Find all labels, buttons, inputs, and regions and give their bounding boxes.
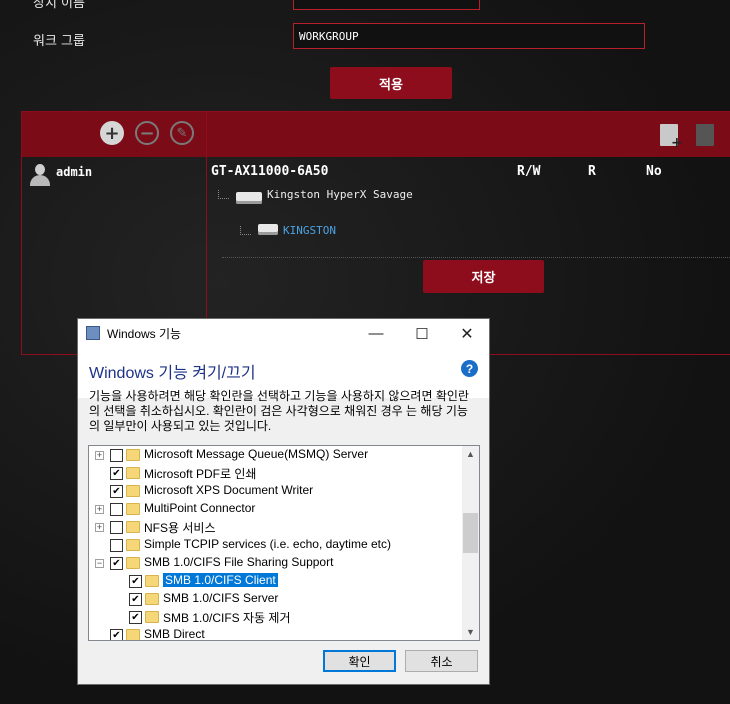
feature-row[interactable]: − SMB 1.0/CIFS File Sharing Support [89, 554, 463, 572]
save-button[interactable]: 저장 [423, 260, 544, 293]
expand-icon[interactable]: + [95, 451, 104, 460]
folder-icon [145, 575, 159, 587]
feature-list-scrollbar[interactable]: ▲ ▼ [462, 446, 479, 640]
feature-row[interactable]: Simple TCPIP services (i.e. echo, daytim… [89, 536, 463, 554]
feature-label[interactable]: SMB 1.0/CIFS Client [163, 573, 278, 587]
remove-user-icon[interactable]: − [135, 121, 159, 145]
scroll-thumb[interactable] [463, 513, 478, 553]
scroll-up-icon[interactable]: ▲ [466, 449, 475, 459]
user-avatar-icon [28, 163, 52, 187]
minimize-icon[interactable]: — [353, 319, 399, 348]
dialog-heading: Windows 기능 켜기/끄기 [89, 365, 256, 382]
feature-checkbox[interactable] [110, 629, 123, 640]
dialog-title: Windows 기능 [107, 327, 182, 341]
folder-icon [126, 485, 140, 497]
feature-checkbox[interactable] [110, 503, 123, 516]
feature-checkbox[interactable] [110, 557, 123, 570]
device-name-field[interactable] [293, 0, 480, 10]
feature-label[interactable]: SMB 1.0/CIFS File Sharing Support [144, 555, 333, 569]
delete-folder-icon[interactable] [696, 124, 714, 146]
folder-icon [126, 539, 140, 551]
feature-checkbox[interactable] [110, 539, 123, 552]
device-name-label: 장치 이름 [33, 0, 85, 11]
feature-checkbox[interactable] [110, 449, 123, 462]
usb-drive-icon [236, 192, 262, 204]
feature-row[interactable]: SMB 1.0/CIFS Client [89, 572, 463, 590]
tree-connector [240, 226, 251, 235]
drive-name: Kingston HyperX Savage [267, 188, 413, 201]
feature-label[interactable]: MultiPoint Connector [144, 501, 255, 515]
folder-icon [126, 521, 140, 533]
workgroup-field[interactable]: WORKGROUP [293, 23, 645, 49]
folder-icon [145, 593, 159, 605]
ok-button[interactable]: 확인 [323, 650, 396, 672]
maximize-icon[interactable]: ☐ [399, 319, 445, 348]
partition-link[interactable]: KINGSTON [283, 224, 336, 237]
tree-connector [218, 190, 229, 199]
feature-label[interactable]: SMB 1.0/CIFS Server [163, 591, 278, 605]
permission-no-header: No [646, 164, 662, 179]
feature-row[interactable]: Microsoft PDF로 인쇄 [89, 464, 463, 482]
feature-label[interactable]: Microsoft Message Queue(MSMQ) Server [144, 447, 368, 461]
feature-row[interactable]: SMB 1.0/CIFS 자동 제거 [89, 608, 463, 626]
feature-row[interactable]: + NFS용 서비스 [89, 518, 463, 536]
add-user-icon[interactable]: + [100, 121, 124, 145]
feature-row[interactable]: SMB 1.0/CIFS Server [89, 590, 463, 608]
feature-checkbox[interactable] [129, 611, 142, 624]
feature-row[interactable]: Microsoft XPS Document Writer [89, 482, 463, 500]
feature-label[interactable]: SMB 1.0/CIFS 자동 제거 [163, 609, 291, 626]
feature-label[interactable]: Simple TCPIP services (i.e. echo, daytim… [144, 537, 391, 551]
feature-row[interactable]: + Microsoft Message Queue(MSMQ) Server [89, 446, 463, 464]
folder-icon [126, 467, 140, 479]
feature-checkbox[interactable] [110, 467, 123, 480]
scroll-down-icon[interactable]: ▼ [466, 627, 475, 637]
apply-button[interactable]: 적용 [330, 67, 452, 99]
feature-row[interactable]: + MultiPoint Connector [89, 500, 463, 518]
device-title: GT-AX11000-6A50 [211, 164, 329, 179]
folder-icon [126, 629, 140, 640]
dialog-description: 기능을 사용하려면 해당 확인란을 선택하고 기능을 사용하지 않으려면 확인란… [89, 389, 469, 433]
folder-icon [126, 557, 140, 569]
user-name[interactable]: admin [56, 165, 92, 179]
feature-label[interactable]: Microsoft PDF로 인쇄 [144, 465, 256, 482]
tree-separator [222, 257, 730, 258]
windows-features-app-icon [86, 326, 100, 340]
feature-checkbox[interactable] [110, 485, 123, 498]
share-panel-header [22, 112, 730, 157]
edit-user-icon[interactable]: ✎ [170, 121, 194, 145]
help-icon[interactable]: ? [461, 360, 478, 377]
partition-icon [258, 224, 278, 235]
feature-row[interactable]: SMB Direct [89, 626, 463, 640]
collapse-icon[interactable]: − [95, 559, 104, 568]
folder-icon [145, 611, 159, 623]
windows-features-dialog: Windows 기능 — ☐ ✕ Windows 기능 켜기/끄기 ? 기능을 … [77, 318, 490, 685]
workgroup-label: 워크 그룹 [33, 34, 85, 49]
add-folder-plus-icon: + [671, 135, 683, 151]
close-icon[interactable]: ✕ [444, 319, 490, 348]
expand-icon[interactable]: + [95, 505, 104, 514]
permission-r-header: R [588, 164, 596, 179]
cancel-button[interactable]: 취소 [405, 650, 478, 672]
feature-checkbox[interactable] [129, 575, 142, 588]
feature-checkbox[interactable] [129, 593, 142, 606]
feature-list[interactable]: + Microsoft Message Queue(MSMQ) Server Mic… [88, 445, 480, 641]
folder-icon [126, 503, 140, 515]
feature-label[interactable]: Microsoft XPS Document Writer [144, 483, 313, 497]
expand-icon[interactable]: + [95, 523, 104, 532]
feature-label[interactable]: SMB Direct [144, 627, 205, 640]
feature-label[interactable]: NFS용 서비스 [144, 519, 216, 536]
feature-checkbox[interactable] [110, 521, 123, 534]
permission-rw-header: R/W [517, 164, 541, 179]
folder-icon [126, 449, 140, 461]
